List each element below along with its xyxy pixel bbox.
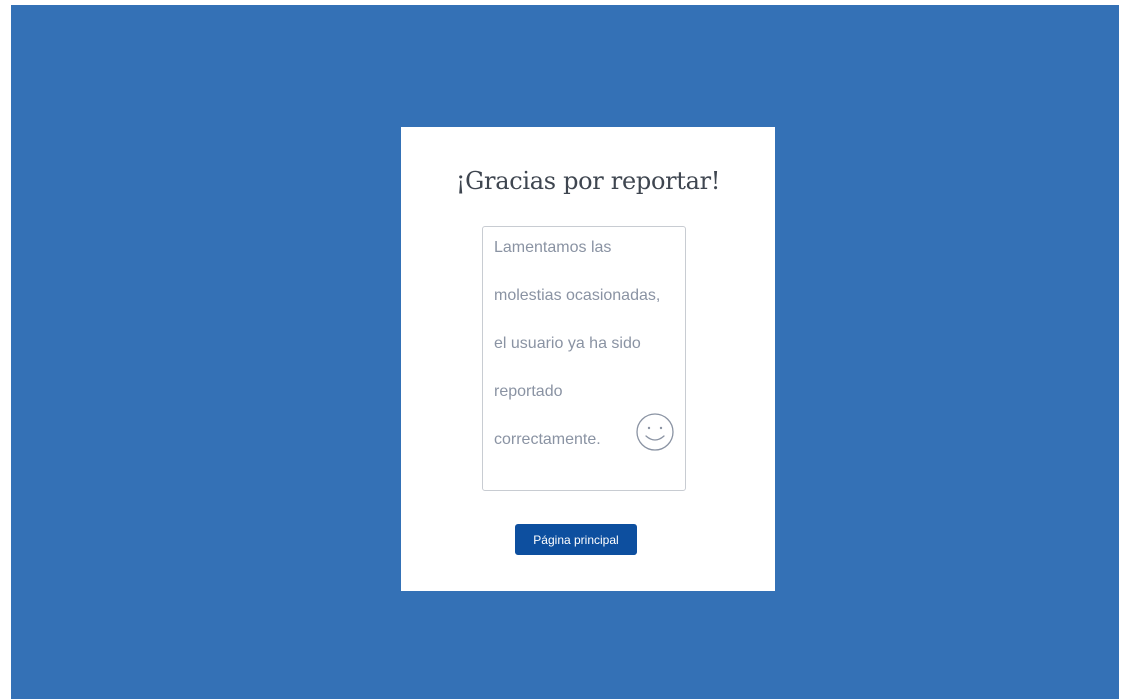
message-line: el usuario ya ha sido [494, 335, 641, 352]
message-line: Lamentamos las [494, 239, 612, 256]
smiley-face-icon [636, 413, 674, 451]
message-box: Lamentamos las molestias ocasionadas, el… [482, 226, 686, 491]
message-line: reportado [494, 383, 563, 400]
page-background: ¡Gracias por reportar! Lamentamos las mo… [11, 5, 1119, 699]
dialog-title: ¡Gracias por reportar! [455, 167, 721, 195]
message-line: correctamente. [494, 431, 601, 448]
confirmation-dialog: ¡Gracias por reportar! Lamentamos las mo… [401, 127, 775, 591]
home-page-button[interactable]: Página principal [515, 524, 637, 555]
message-line: molestias ocasionadas, [494, 287, 661, 304]
